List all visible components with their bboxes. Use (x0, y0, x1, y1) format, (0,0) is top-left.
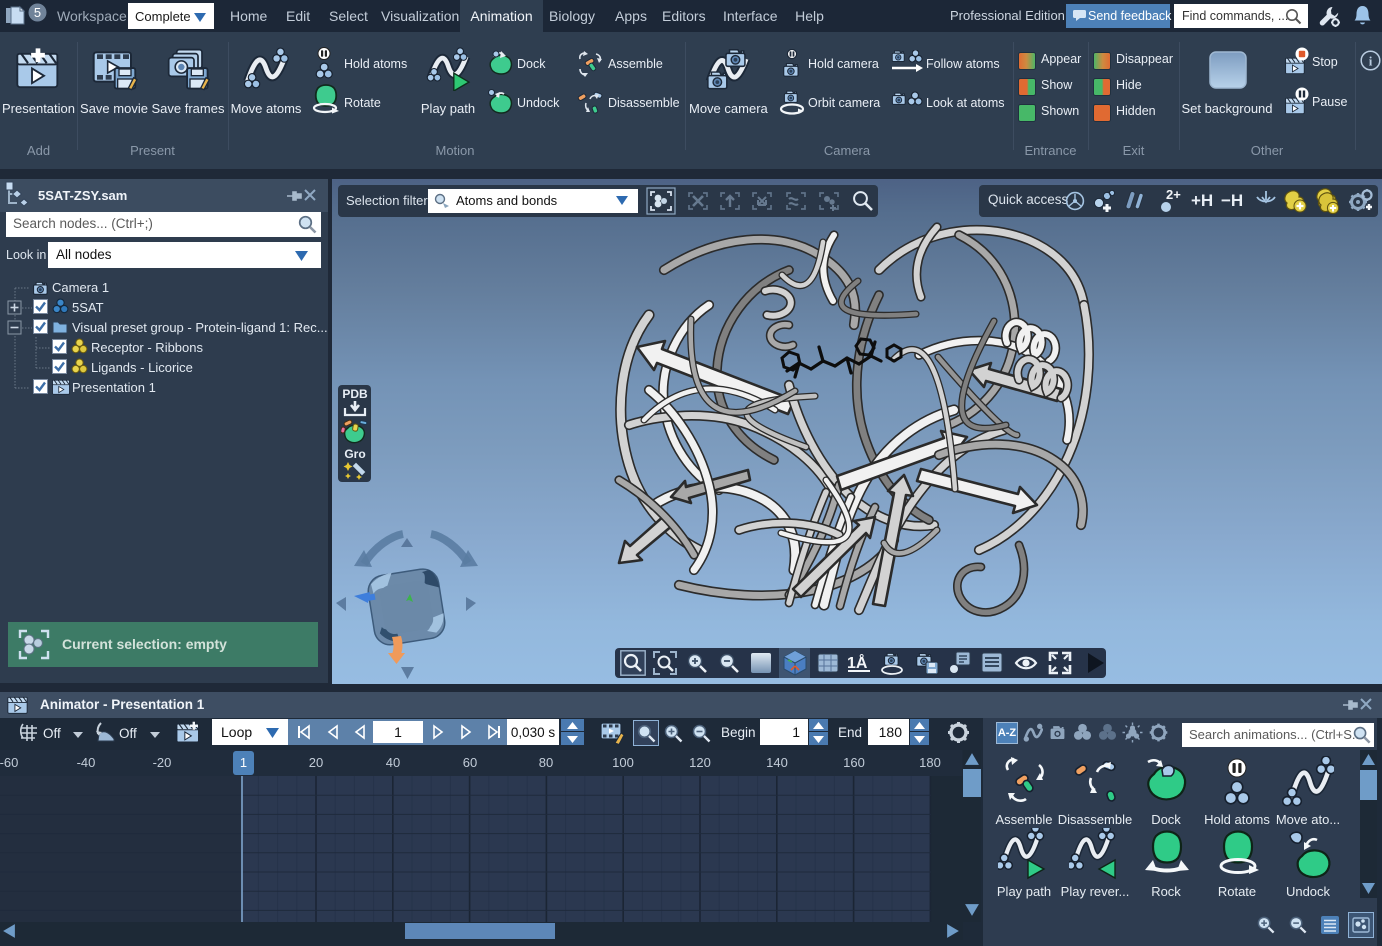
svg-text:−H: −H (1221, 191, 1243, 210)
svg-text:+H: +H (1191, 191, 1213, 210)
svg-text:2+: 2+ (1166, 187, 1181, 202)
svg-text:1Å: 1Å (847, 653, 868, 672)
svg-text:i: i (1369, 54, 1373, 69)
svg-text:5: 5 (34, 5, 41, 20)
